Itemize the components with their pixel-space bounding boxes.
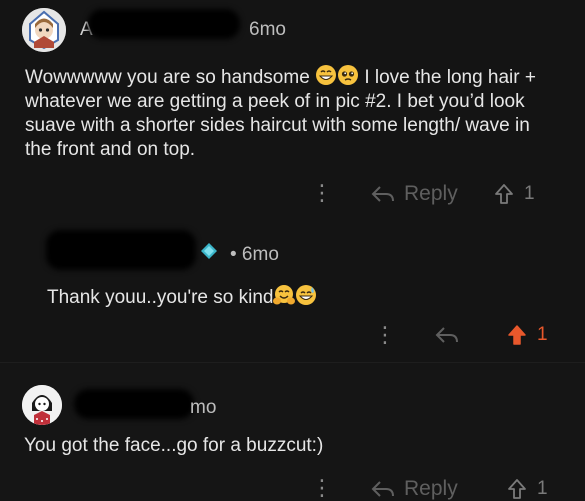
comment-reply: • 6mo Thank youu..you're so kind ⋮ 1 (0, 222, 585, 362)
avatar[interactable] (22, 385, 62, 425)
comment-age: • 6mo (230, 244, 279, 265)
reply-arrow-icon (371, 481, 394, 497)
more-options-icon[interactable]: ⋮ (374, 322, 396, 348)
reply-label: Reply (404, 477, 458, 500)
upvote-count: 1 (537, 478, 548, 499)
comment-text: You got the face...go for a buzzcut:) (24, 435, 324, 456)
reply-arrow-icon (371, 186, 394, 202)
reply-button[interactable]: Reply (370, 182, 458, 206)
smiling-sweat-face-emoji-icon (296, 285, 317, 305)
diamond-badge-icon (201, 243, 217, 259)
comment: A 6mo Wowwwww you are so handsome I love… (0, 0, 585, 222)
comment-text: Wowwwww you are so handsome (25, 67, 310, 88)
comment-body: Wowwwww you are so handsome I love the l… (25, 64, 560, 162)
avatar-illustration-icon (22, 8, 66, 52)
reply-arrow-icon (435, 327, 458, 343)
upvote-arrow-icon (495, 184, 513, 204)
reply-button[interactable]: Reply (370, 477, 458, 501)
upvote-arrow-icon (508, 479, 526, 499)
comment-age: mo (190, 397, 217, 418)
comment-body: Thank youu..you're so kind (47, 284, 547, 310)
grinning-face-emoji-icon (316, 65, 337, 85)
comment-text: Thank youu..you're so kind (47, 287, 274, 308)
upvote-button-active[interactable]: 1 (507, 324, 548, 346)
reply-button[interactable] (434, 325, 460, 345)
upvote-arrow-icon (508, 325, 526, 345)
more-options-icon[interactable]: ⋮ (311, 475, 333, 501)
upvote-count: 1 (524, 183, 535, 204)
upvote-button[interactable]: 1 (494, 183, 535, 205)
comment-body: You got the face...go for a buzzcut:) (24, 434, 564, 458)
comment: mo You got the face...go for a buzzcut:)… (0, 362, 585, 501)
redacted-username (88, 9, 240, 39)
upvote-count: 1 (537, 324, 548, 345)
pleading-face-emoji-icon (338, 65, 359, 85)
hugging-face-emoji-icon (273, 285, 296, 305)
redacted-username (74, 389, 194, 419)
reply-label: Reply (404, 182, 458, 205)
comment-age: 6mo (249, 19, 286, 40)
avatar[interactable] (22, 8, 66, 52)
redacted-username (46, 230, 196, 270)
avatar-illustration-icon (22, 385, 62, 425)
upvote-button[interactable]: 1 (507, 478, 548, 500)
more-options-icon[interactable]: ⋮ (311, 180, 333, 206)
